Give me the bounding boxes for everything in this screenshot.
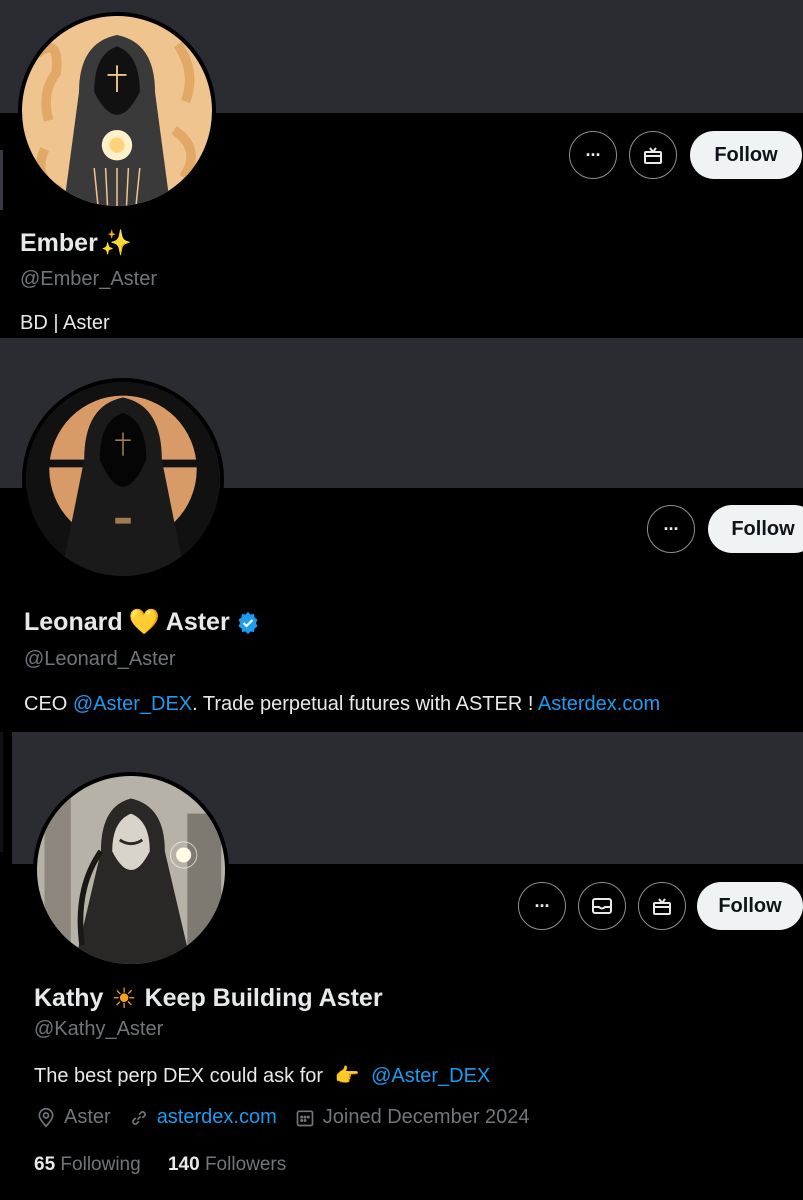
bio: BD | Aster	[20, 312, 110, 334]
website-link[interactable]: Asterdex.com	[538, 693, 660, 715]
profile-meta: Aster asterdex.com Joined December 2024	[36, 1106, 548, 1129]
handle: @Leonard_Aster	[24, 648, 176, 670]
avatar[interactable]	[33, 772, 229, 968]
more-options-button[interactable]: ···	[647, 505, 695, 553]
more-icon: ···	[534, 895, 551, 916]
mention-link[interactable]: @Aster_DEX	[371, 1065, 490, 1087]
follow-stats: 65 Following 140 Followers	[34, 1154, 286, 1176]
bio: CEO @Aster_DEX. Trade perpetual futures …	[24, 693, 661, 715]
heart-icon: 💛	[128, 608, 160, 636]
handle: @Ember_Aster	[20, 268, 158, 290]
more-icon: ···	[585, 144, 602, 165]
divider	[0, 150, 3, 210]
profile-card-ember: ··· Follow Ember ✨ @Ember_Aster BD | Ast…	[0, 0, 803, 338]
link-icon	[131, 1110, 146, 1125]
gift-icon	[653, 898, 671, 915]
verified-badge-icon	[238, 611, 258, 634]
bio: The best perp DEX could ask for 👉 @Aster…	[34, 1065, 491, 1087]
following-link[interactable]: 65 Following	[34, 1154, 146, 1175]
location-pin-icon	[38, 1107, 54, 1128]
handle: @Kathy_Aster	[34, 1018, 164, 1040]
website-link[interactable]: asterdex.com	[157, 1106, 277, 1129]
more-icon: ···	[663, 518, 680, 539]
profile-card-kathy: ··· Follow Kathy ☀ Keep Building Aster @…	[0, 732, 803, 1200]
more-options-button[interactable]: ···	[518, 882, 566, 930]
message-button[interactable]	[578, 882, 626, 930]
envelope-icon	[592, 898, 612, 914]
follow-button[interactable]: Follow	[690, 131, 802, 179]
display-name: Leonard 💛 Aster	[24, 608, 260, 637]
mention-link[interactable]: @Aster_DEX	[73, 693, 192, 715]
sparkles-icon: ✨	[100, 229, 132, 257]
followers-link[interactable]: 140 Followers	[168, 1154, 286, 1175]
subscribe-button[interactable]	[638, 882, 686, 930]
location: Aster	[36, 1106, 111, 1129]
avatar[interactable]	[18, 12, 216, 210]
calendar-icon	[296, 1110, 314, 1126]
divider	[0, 732, 3, 852]
avatar[interactable]	[22, 378, 224, 580]
more-options-button[interactable]: ···	[569, 131, 617, 179]
website[interactable]: asterdex.com	[129, 1106, 277, 1129]
sun-icon: ☀	[111, 983, 137, 1014]
subscribe-button[interactable]	[629, 131, 677, 179]
follow-button[interactable]: Follow	[697, 882, 803, 930]
pointing-right-icon: 👉	[334, 1065, 360, 1087]
profile-card-leonard: ··· Follow Leonard 💛 Aster @Leonard_Aste…	[0, 338, 803, 732]
joined-date: Joined December 2024	[295, 1106, 530, 1129]
display-name: Ember ✨	[20, 229, 132, 257]
follow-button[interactable]: Follow	[708, 505, 803, 553]
gift-icon	[644, 147, 662, 164]
display-name: Kathy ☀ Keep Building Aster	[34, 983, 383, 1014]
